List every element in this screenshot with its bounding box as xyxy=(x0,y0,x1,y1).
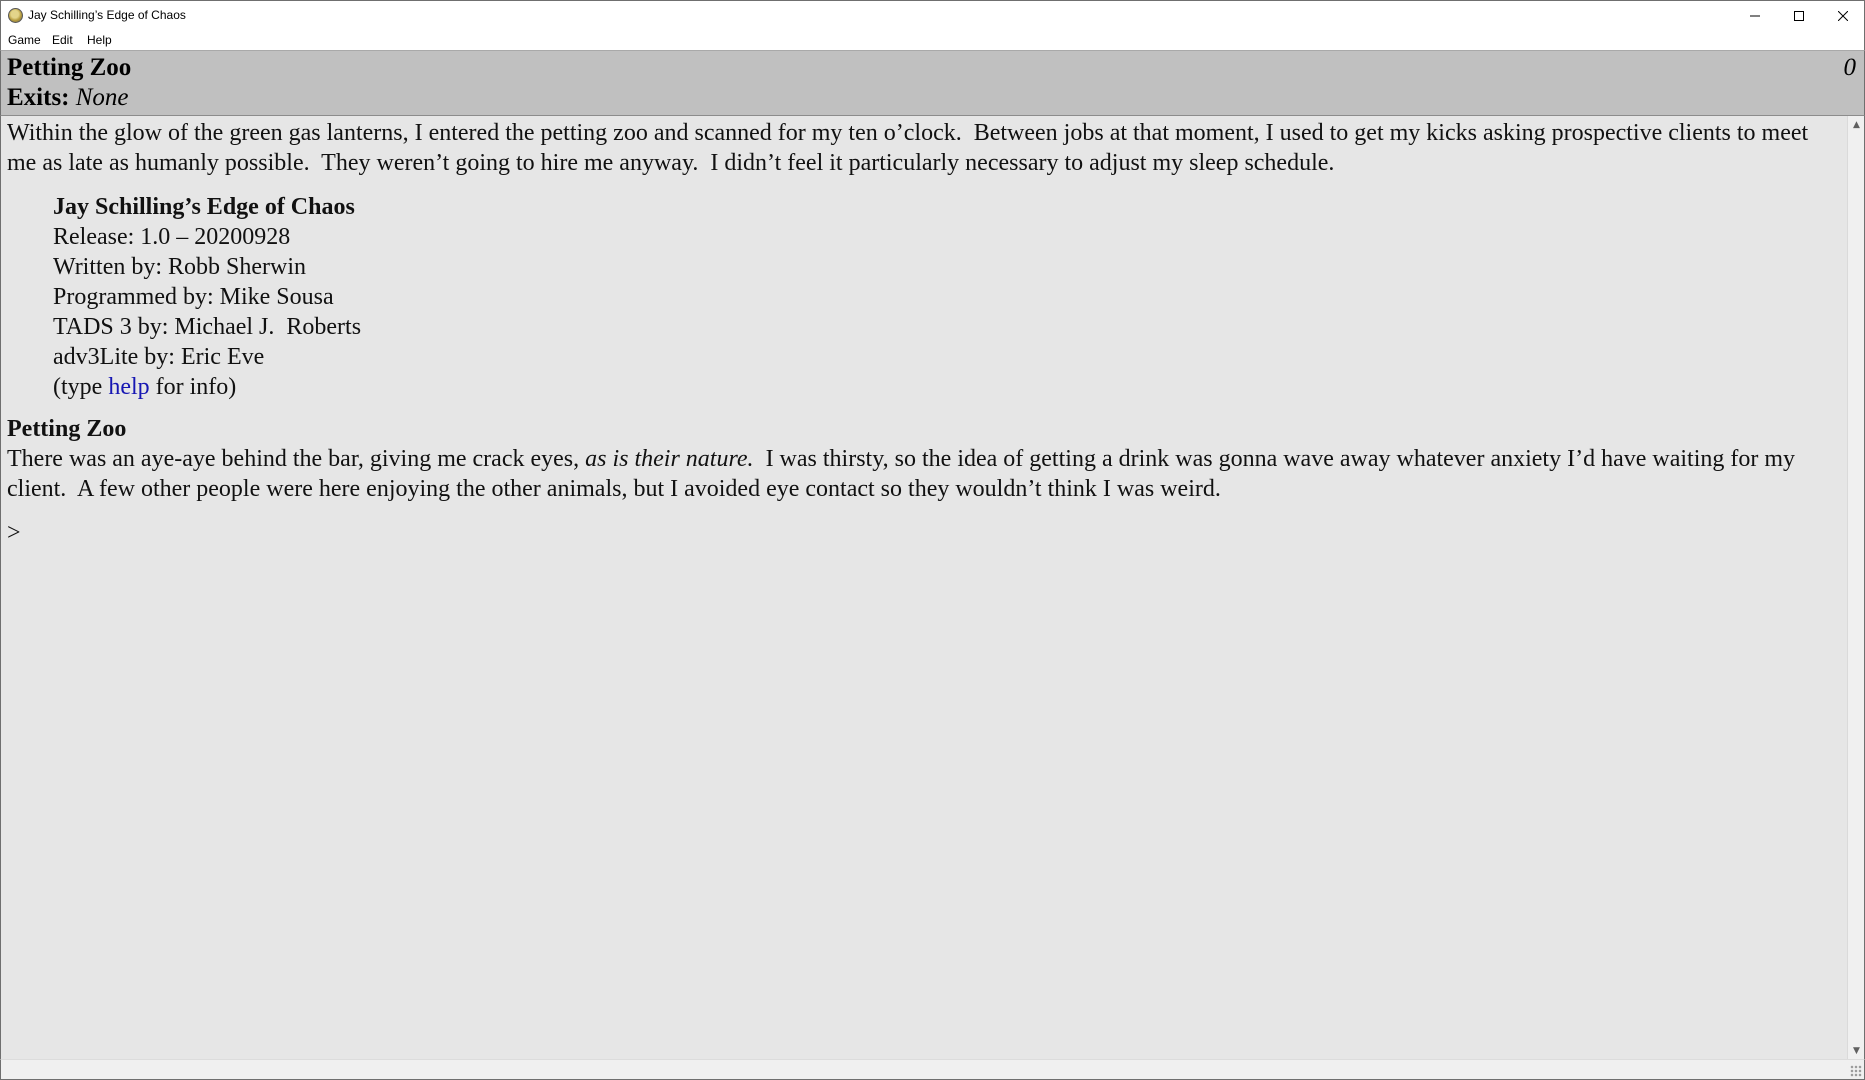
help-prefix: (type xyxy=(53,374,109,400)
menu-game[interactable]: Game xyxy=(8,33,41,47)
banner-tads-by: TADS 3 by: Michael J. Roberts xyxy=(53,314,362,340)
banner-adv3lite-by: adv3Lite by: Eric Eve xyxy=(53,344,265,370)
room-desc-italic: as is their nature. xyxy=(585,446,754,472)
bottom-frame xyxy=(0,1059,1865,1080)
menu-bar: Game Edit Help xyxy=(0,30,1865,50)
scroll-down-icon[interactable]: ▼ xyxy=(1848,1042,1865,1059)
window-title: Jay Schilling’s Edge of Chaos xyxy=(28,8,186,22)
app-globe-icon xyxy=(8,8,23,23)
help-link[interactable]: help xyxy=(108,374,149,400)
resize-grip-icon[interactable] xyxy=(1850,1065,1862,1077)
banner-release: Release: 1.0 – 20200928 xyxy=(53,224,291,250)
intro-paragraph: Within the glow of the green gas lantern… xyxy=(7,120,1809,176)
room-description: There was an aye-aye behind the bar, giv… xyxy=(7,444,1837,504)
close-button[interactable] xyxy=(1821,1,1865,31)
menu-edit[interactable]: Edit xyxy=(52,33,73,47)
menu-help[interactable]: Help xyxy=(87,33,112,47)
status-score: 0 xyxy=(1843,54,1857,81)
exits-value: None xyxy=(75,84,129,111)
minimize-button[interactable] xyxy=(1733,1,1777,31)
minimize-icon xyxy=(1750,15,1760,17)
room-desc-text-1: There was an aye-aye behind the bar, giv… xyxy=(7,446,586,472)
exits-label: Exits: xyxy=(7,84,70,111)
banner-written-by: Written by: Robb Sherwin xyxy=(53,254,307,280)
maximize-icon xyxy=(1794,11,1804,21)
room-heading: Petting Zoo xyxy=(7,416,127,442)
close-icon xyxy=(1838,11,1848,21)
banner-programmed-by: Programmed by: Mike Sousa xyxy=(53,284,334,310)
maximize-button[interactable] xyxy=(1777,1,1821,31)
banner-help-line: (type help for info) xyxy=(53,372,853,402)
status-room-name: Petting Zoo xyxy=(7,54,132,81)
help-suffix: for info) xyxy=(149,374,237,400)
title-bar[interactable]: Jay Schilling’s Edge of Chaos xyxy=(0,0,1865,30)
game-banner: Jay Schilling’s Edge of Chaos Release: 1… xyxy=(53,192,853,402)
command-prompt[interactable]: > xyxy=(7,518,1837,548)
banner-title: Jay Schilling’s Edge of Chaos xyxy=(53,194,355,220)
scroll-up-icon[interactable]: ▲ xyxy=(1848,116,1865,133)
status-exits: Exits: None xyxy=(7,84,129,112)
game-transcript[interactable]: Within the glow of the green gas lantern… xyxy=(0,116,1847,1059)
status-line: Petting Zoo Exits: None 0 xyxy=(0,50,1865,116)
vertical-scrollbar[interactable]: ▲ ▼ xyxy=(1847,116,1865,1059)
